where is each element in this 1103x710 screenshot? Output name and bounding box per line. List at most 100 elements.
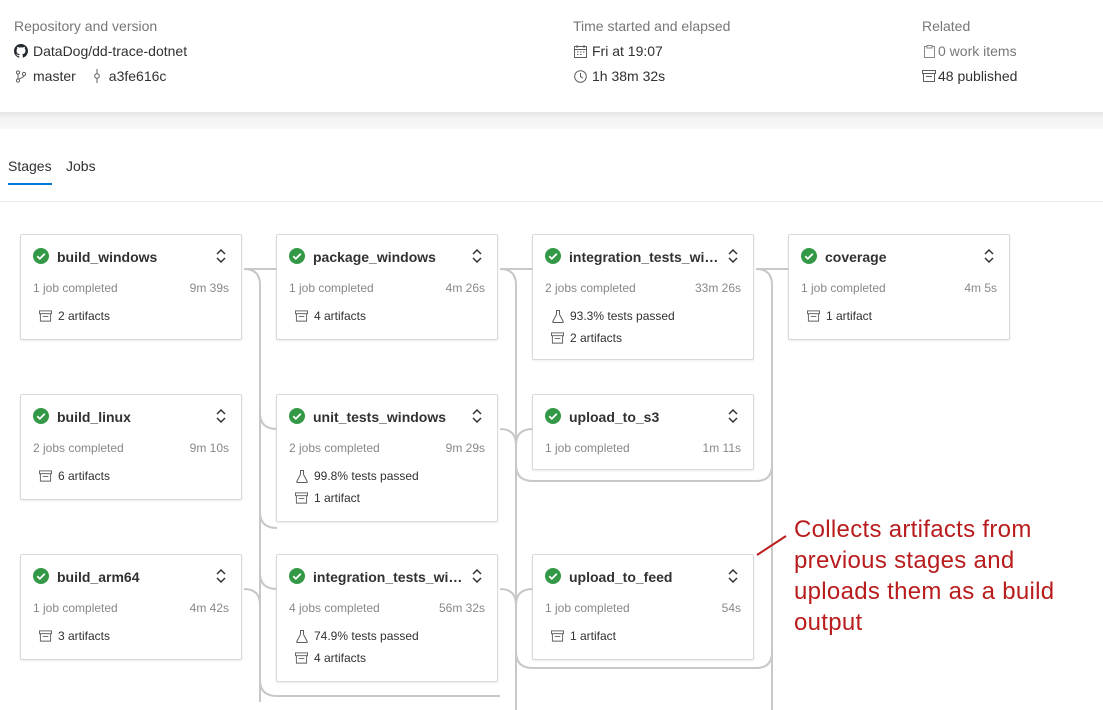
connector (259, 572, 278, 590)
repository-name: DataDog/dd-trace-dotnet (33, 43, 188, 59)
published-link[interactable]: 48 published (922, 68, 1017, 84)
work-items-link[interactable]: 0 work items (922, 43, 1017, 59)
stage-duration: 33m 26s (694, 281, 741, 295)
stage-card-integration-tests-windows-2[interactable]: integration_tests_win... 2 jobs complete… (532, 234, 754, 360)
stage-card-coverage[interactable]: coverage 1 job completed 4m 5s 1 artifac… (788, 234, 1010, 340)
expand-chevron-icon[interactable] (213, 567, 229, 585)
stage-duration: 54s (721, 601, 741, 615)
artifacts-count: 6 artifacts (58, 469, 111, 483)
view-tabs: Stages Jobs (0, 129, 1103, 202)
expand-chevron-icon[interactable] (981, 247, 997, 265)
stage-card-integration-tests-windows[interactable]: integration_tests_win... 4 jobs complete… (276, 554, 498, 682)
stage-name: build_windows (57, 249, 158, 265)
repository-link[interactable]: DataDog/dd-trace-dotnet (14, 43, 187, 59)
artifacts-count: 1 artifact (826, 309, 873, 323)
clipboard-icon (922, 44, 936, 58)
artifacts-link[interactable]: 3 artifacts (39, 629, 110, 643)
flask-icon (551, 309, 564, 323)
flask-icon (295, 629, 308, 643)
connector (499, 268, 517, 710)
tests-link[interactable]: 99.8% tests passed (295, 469, 419, 483)
expand-chevron-icon[interactable] (725, 407, 741, 425)
connector (755, 464, 773, 482)
artifacts-link[interactable]: 2 artifacts (39, 309, 110, 323)
stage-duration: 56m 32s (438, 601, 485, 615)
artifacts-count: 2 artifacts (58, 309, 111, 323)
success-check-icon (33, 568, 49, 584)
stage-name: unit_tests_windows (313, 409, 447, 425)
artifacts-link[interactable]: 1 artifact (295, 491, 360, 505)
stage-name: integration_tests_win... (569, 249, 719, 265)
run-summary-header: Repository and version DataDog/dd-trace-… (0, 0, 1103, 112)
success-check-icon (289, 408, 305, 424)
tests-link[interactable]: 93.3% tests passed (551, 309, 675, 323)
repository-section: Repository and version DataDog/dd-trace-… (14, 18, 187, 84)
stage-card-build-linux[interactable]: build_linux 2 jobs completed 9m 10s 6 ar… (20, 394, 242, 500)
artifacts-link[interactable]: 1 artifact (807, 309, 872, 323)
artifacts-count: 4 artifacts (314, 651, 367, 665)
job-status: 1 job completed (289, 281, 374, 295)
repository-label: Repository and version (14, 18, 158, 34)
expand-chevron-icon[interactable] (469, 567, 485, 585)
connector (259, 679, 500, 697)
success-check-icon (545, 248, 561, 264)
artifacts-link[interactable]: 4 artifacts (295, 309, 366, 323)
tab-stages[interactable]: Stages (8, 158, 52, 185)
artifact-icon (551, 332, 564, 345)
job-status: 1 job completed (801, 281, 886, 295)
header-divider (0, 112, 1103, 129)
artifacts-link[interactable]: 1 artifact (551, 629, 616, 643)
artifacts-count: 4 artifacts (314, 309, 367, 323)
job-status: 1 job completed (33, 281, 118, 295)
job-status: 2 jobs completed (289, 441, 380, 455)
expand-chevron-icon[interactable] (213, 247, 229, 265)
flask-icon (295, 469, 308, 483)
stage-card-build-windows[interactable]: build_windows 1 job completed 9m 39s 2 a… (20, 234, 242, 340)
stage-card-upload-to-feed[interactable]: upload_to_feed 1 job completed 54s 1 art… (532, 554, 754, 660)
related-section: Related 0 work items 48 published (922, 18, 1017, 84)
job-status: 4 jobs completed (289, 601, 380, 615)
artifact-icon (295, 310, 308, 323)
job-status: 1 job completed (545, 601, 630, 615)
tab-jobs[interactable]: Jobs (66, 158, 96, 174)
expand-chevron-icon[interactable] (469, 247, 485, 265)
stage-card-unit-tests-windows[interactable]: unit_tests_windows 2 jobs completed 9m 2… (276, 394, 498, 522)
stage-card-build-arm64[interactable]: build_arm64 1 job completed 4m 42s 3 art… (20, 554, 242, 660)
commit-id[interactable]: a3fe616c (109, 68, 167, 84)
stage-card-package-windows[interactable]: package_windows 1 job completed 4m 26s 4… (276, 234, 498, 340)
artifacts-link[interactable]: 2 artifacts (551, 331, 622, 345)
branch-name[interactable]: master (33, 68, 76, 84)
connector (499, 428, 517, 446)
time-section: Time started and elapsed Fri at 19:07 1h… (573, 18, 730, 84)
connector (259, 511, 278, 529)
artifacts-count: 3 artifacts (58, 629, 111, 643)
artifacts-count: 1 artifact (314, 491, 361, 505)
expand-chevron-icon[interactable] (725, 247, 741, 265)
expand-chevron-icon[interactable] (725, 567, 741, 585)
tests-link[interactable]: 74.9% tests passed (295, 629, 419, 643)
connector (755, 268, 773, 710)
stage-duration: 9m 39s (189, 281, 229, 295)
elapsed-row: 1h 38m 32s (573, 68, 730, 84)
artifact-icon (807, 310, 820, 323)
work-items-count: 0 work items (938, 43, 1017, 59)
success-check-icon (545, 568, 561, 584)
tests-passed: 74.9% tests passed (314, 629, 419, 643)
job-status: 1 job completed (545, 441, 630, 455)
expand-chevron-icon[interactable] (469, 407, 485, 425)
expand-chevron-icon[interactable] (213, 407, 229, 425)
artifact-icon (39, 470, 52, 483)
artifacts-link[interactable]: 6 artifacts (39, 469, 110, 483)
annotation-text: Collects artifacts from previous stages … (794, 516, 1055, 636)
artifact-icon (39, 630, 52, 643)
artifacts-link[interactable]: 4 artifacts (295, 651, 366, 665)
artifacts-count: 2 artifacts (570, 331, 623, 345)
success-check-icon (801, 248, 817, 264)
stage-duration: 4m 42s (189, 601, 229, 615)
stage-name: build_arm64 (57, 569, 140, 585)
artifact-icon (295, 652, 308, 665)
version-row: master a3fe616c (14, 68, 187, 84)
commit-icon (90, 69, 104, 83)
tests-passed: 99.8% tests passed (314, 469, 419, 483)
stage-card-upload-to-s3[interactable]: upload_to_s3 1 job completed 1m 11s (532, 394, 754, 470)
